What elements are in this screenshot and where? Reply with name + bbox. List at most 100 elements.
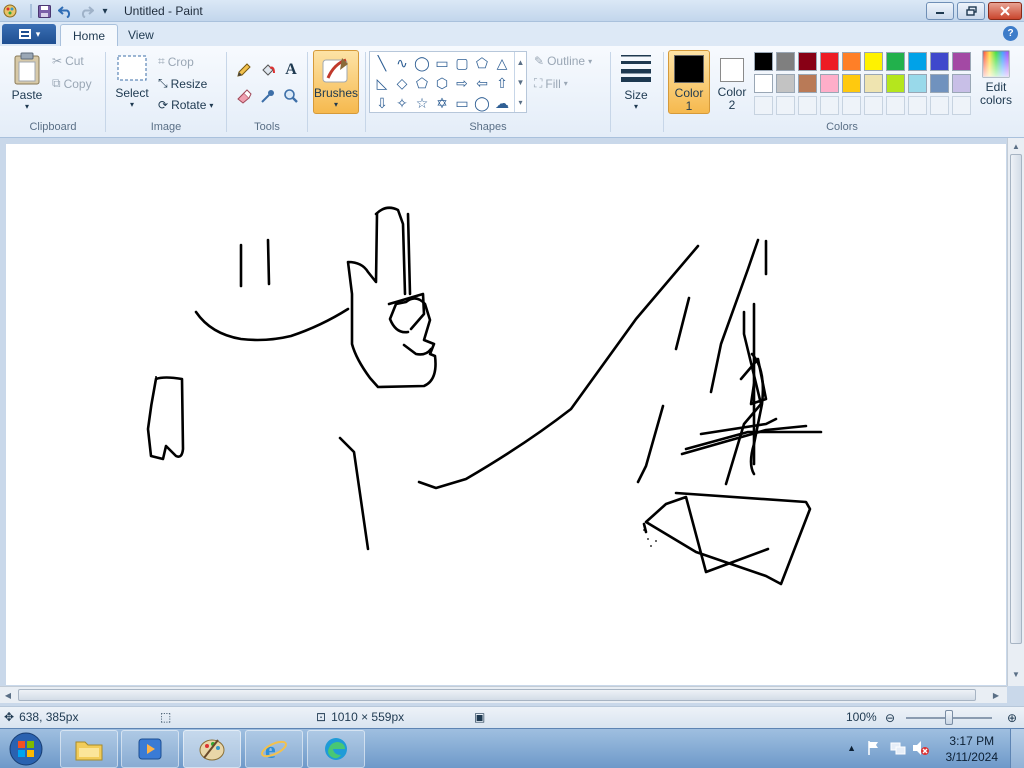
magnifier-icon[interactable] xyxy=(281,86,301,106)
brushes-button[interactable]: Brushes ▾ xyxy=(313,50,359,114)
close-button[interactable] xyxy=(988,2,1022,20)
redo-icon[interactable] xyxy=(78,2,94,20)
rotate-button[interactable]: ⟳ Rotate ▾ xyxy=(158,98,213,112)
color1-button[interactable]: Color 1 xyxy=(668,50,710,114)
shape-right-arrow-icon[interactable]: ⇨ xyxy=(453,74,471,92)
color-swatch[interactable] xyxy=(754,52,773,71)
system-clock[interactable]: 3:17 PM 3/11/2024 xyxy=(946,733,999,765)
shape-hexagon-icon[interactable]: ⬡ xyxy=(433,74,451,92)
fill-button[interactable]: ⛶ Fill ▾ xyxy=(534,76,568,91)
color-swatch[interactable] xyxy=(908,52,927,71)
shape-rectangle-icon[interactable]: ▭ xyxy=(433,54,451,72)
color-swatch[interactable] xyxy=(776,52,795,71)
color-swatch[interactable] xyxy=(908,74,927,93)
shape-right-triangle-icon[interactable]: ◺ xyxy=(373,74,391,92)
paste-button[interactable]: Paste ▾ xyxy=(8,52,46,111)
crop-button[interactable]: ⌗ Crop xyxy=(158,54,194,69)
custom-color-slot[interactable] xyxy=(864,96,883,115)
color-swatch[interactable] xyxy=(864,74,883,93)
custom-color-slot[interactable] xyxy=(886,96,905,115)
horizontal-scrollbar[interactable]: ◀ ▶ xyxy=(0,686,1007,703)
start-button[interactable] xyxy=(4,731,48,767)
shape-four-point-star-icon[interactable]: ✧ xyxy=(393,94,411,112)
help-icon[interactable]: ? xyxy=(1003,26,1018,41)
color-swatch[interactable] xyxy=(886,52,905,71)
tab-home[interactable]: Home xyxy=(60,24,119,46)
action-center-flag-icon[interactable] xyxy=(866,740,882,759)
expand-gallery-icon[interactable]: ▾ xyxy=(518,98,522,107)
shape-triangle-icon[interactable]: △ xyxy=(493,54,511,72)
color-swatch[interactable] xyxy=(952,74,971,93)
shape-up-arrow-icon[interactable]: ⇧ xyxy=(493,74,511,92)
shape-line-icon[interactable]: ╲ xyxy=(373,54,391,72)
color-swatch[interactable] xyxy=(842,74,861,93)
scroll-down-icon[interactable]: ▼ xyxy=(517,78,525,87)
custom-color-slot[interactable] xyxy=(820,96,839,115)
taskbar-internet-explorer[interactable]: e xyxy=(245,730,303,768)
color-picker-icon[interactable] xyxy=(258,86,278,106)
save-icon[interactable] xyxy=(36,2,52,20)
shapes-gallery-scroller[interactable]: ▲ ▼ ▾ xyxy=(514,52,526,112)
shape-rounded-callout-icon[interactable]: ▭ xyxy=(453,94,471,112)
horizontal-scroll-thumb[interactable] xyxy=(18,689,976,701)
custom-color-slot[interactable] xyxy=(754,96,773,115)
color-swatch[interactable] xyxy=(754,74,773,93)
color-swatch[interactable] xyxy=(798,74,817,93)
custom-color-slot[interactable] xyxy=(798,96,817,115)
shape-down-arrow-icon[interactable]: ⇩ xyxy=(373,94,391,112)
shape-curve-icon[interactable]: ∿ xyxy=(393,54,411,72)
shape-polygon-icon[interactable]: ⬠ xyxy=(473,54,491,72)
custom-color-slot[interactable] xyxy=(842,96,861,115)
size-button[interactable]: Size ▾ xyxy=(617,52,655,111)
zoom-in-icon[interactable]: ⊕ xyxy=(1002,710,1022,726)
color-swatch[interactable] xyxy=(842,52,861,71)
outline-button[interactable]: ✎ Outline ▾ xyxy=(534,54,592,68)
scroll-up-icon[interactable]: ▲ xyxy=(517,58,525,67)
color-swatch[interactable] xyxy=(820,52,839,71)
undo-icon[interactable] xyxy=(57,2,73,20)
shape-pentagon-icon[interactable]: ⬠ xyxy=(413,74,431,92)
shape-oval-icon[interactable]: ◯ xyxy=(413,54,431,72)
taskbar-paint[interactable] xyxy=(183,730,241,768)
edit-colors-button[interactable]: Edit colors xyxy=(976,50,1016,107)
shape-cloud-callout-icon[interactable]: ☁ xyxy=(493,94,511,112)
shape-diamond-icon[interactable]: ◇ xyxy=(393,74,411,92)
custom-color-slot[interactable] xyxy=(952,96,971,115)
shape-rounded-rectangle-icon[interactable]: ▢ xyxy=(453,54,471,72)
taskbar-media-player[interactable] xyxy=(121,730,179,768)
network-icon[interactable] xyxy=(890,740,906,759)
scroll-down-arrow-icon[interactable]: ▼ xyxy=(1009,668,1023,680)
select-button[interactable]: Select ▾ xyxy=(113,54,151,109)
taskbar-explorer[interactable] xyxy=(60,730,118,768)
custom-color-slot[interactable] xyxy=(908,96,927,115)
zoom-out-icon[interactable]: ⊖ xyxy=(880,710,900,726)
color-swatch[interactable] xyxy=(820,74,839,93)
show-hidden-icons-icon[interactable]: ▲ xyxy=(847,743,856,753)
paint-menu-button[interactable]: ▾ xyxy=(2,24,56,44)
color-swatch[interactable] xyxy=(798,52,817,71)
taskbar-edge[interactable] xyxy=(307,730,365,768)
restore-button[interactable] xyxy=(957,2,985,20)
scroll-up-arrow-icon[interactable]: ▲ xyxy=(1009,140,1023,152)
paint-app-icon[interactable] xyxy=(2,2,18,20)
drawing-canvas[interactable] xyxy=(6,144,1006,685)
color2-button[interactable]: Color 2 xyxy=(712,50,752,114)
shape-oval-callout-icon[interactable]: ◯ xyxy=(473,94,491,112)
minimize-button[interactable] xyxy=(926,2,954,20)
fill-icon[interactable] xyxy=(258,60,278,80)
color-swatch[interactable] xyxy=(864,52,883,71)
custom-color-slot[interactable] xyxy=(930,96,949,115)
shape-five-point-star-icon[interactable]: ☆ xyxy=(413,94,431,112)
zoom-slider-thumb[interactable] xyxy=(945,710,953,725)
color-swatch[interactable] xyxy=(930,74,949,93)
color-swatch[interactable] xyxy=(776,74,795,93)
customize-dropdown-icon[interactable]: ▾ xyxy=(98,2,112,20)
resize-button[interactable]: ⤡ Resize xyxy=(158,76,207,91)
shape-six-point-star-icon[interactable]: ✡ xyxy=(433,94,451,112)
cut-button[interactable]: ✂ Cut xyxy=(52,54,84,68)
volume-muted-icon[interactable] xyxy=(912,740,930,759)
vertical-scroll-thumb[interactable] xyxy=(1010,154,1022,644)
vertical-scrollbar[interactable]: ▲ ▼ xyxy=(1007,138,1024,686)
eraser-icon[interactable] xyxy=(234,86,254,106)
color-swatch[interactable] xyxy=(952,52,971,71)
